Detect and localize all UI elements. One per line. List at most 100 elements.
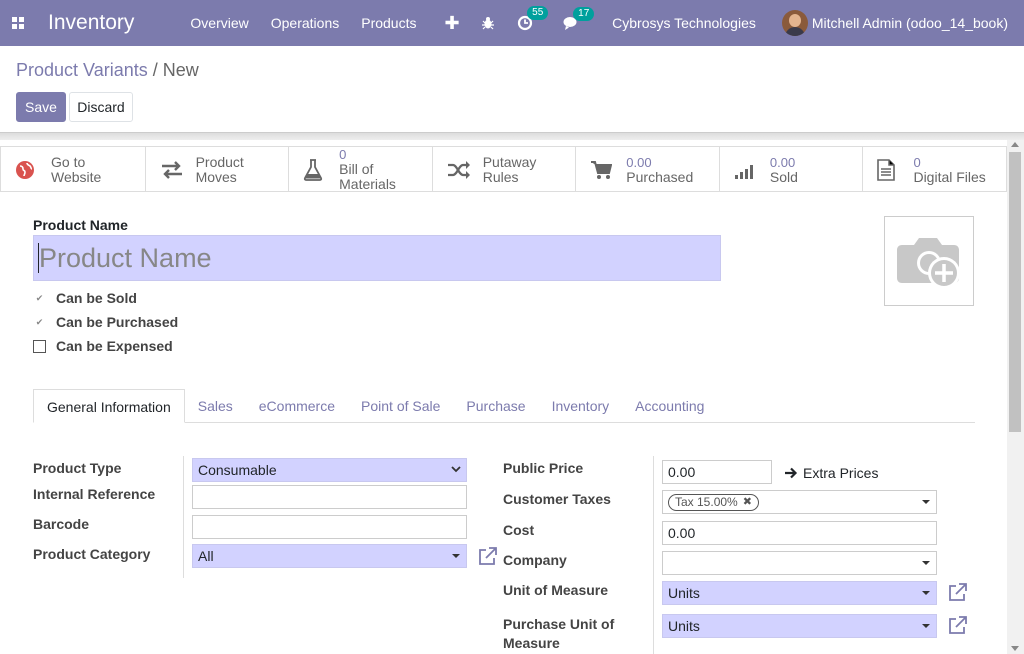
purchase-uom-select[interactable]: Units	[662, 614, 937, 638]
company-label: Company	[503, 552, 567, 568]
app-name[interactable]: Inventory	[48, 11, 134, 35]
external-link-icon[interactable]	[948, 583, 967, 602]
can-be-sold-row[interactable]: ✔ Can be Sold	[33, 290, 137, 306]
customer-taxes-label: Customer Taxes	[503, 491, 611, 507]
public-price-input[interactable]: 0.00	[662, 460, 772, 484]
product-type-select[interactable]: Consumable	[192, 458, 467, 482]
tab-accounting[interactable]: Accounting	[622, 389, 717, 423]
product-category-select[interactable]: All	[192, 544, 467, 568]
product-category-label: Product Category	[33, 546, 151, 562]
save-button[interactable]: Save	[16, 92, 66, 122]
text-caret	[38, 243, 39, 273]
smart-button-box: Go to Website Product Moves 0 Bill of Mate…	[0, 147, 1008, 192]
caret-down-icon	[922, 500, 930, 504]
can-be-purchased-label: Can be Purchased	[56, 314, 179, 330]
tab-purchase[interactable]: Purchase	[453, 389, 538, 423]
product-image-upload[interactable]	[884, 216, 974, 306]
tab-inventory[interactable]: Inventory	[539, 389, 623, 423]
stat-value: 0	[913, 154, 921, 170]
messages-icon[interactable]: 17	[563, 7, 595, 30]
can-be-sold-checkbox[interactable]: ✔	[33, 292, 46, 305]
product-type-value: Consumable	[198, 462, 277, 478]
company-switcher[interactable]: Cybrosys Technologies	[612, 15, 756, 31]
purchased-button[interactable]: 0.00 Purchased	[576, 147, 720, 192]
scroll-up-icon[interactable]	[1011, 142, 1019, 147]
signal-icon	[734, 161, 762, 179]
tab-ecommerce[interactable]: eCommerce	[246, 389, 348, 423]
purchase-uom-label-line2: Measure	[503, 635, 560, 651]
menu-operations[interactable]: Operations	[271, 15, 339, 31]
can-be-sold-label: Can be Sold	[56, 290, 137, 306]
chevron-down-icon	[451, 466, 461, 473]
flask-icon	[303, 158, 331, 181]
breadcrumb-parent[interactable]: Product Variants	[16, 60, 148, 80]
tax-tag-label: Tax 15.00%	[675, 495, 738, 509]
camera-plus-icon	[897, 238, 960, 289]
digital-files-button[interactable]: 0 Digital Files	[863, 147, 1008, 192]
remove-tag-icon[interactable]: ✖	[743, 495, 752, 510]
scroll-down-icon[interactable]	[1011, 646, 1019, 651]
tab-sales[interactable]: Sales	[185, 389, 246, 423]
menu-overview[interactable]: Overview	[190, 15, 248, 31]
activity-clock-icon[interactable]: 55	[517, 6, 549, 31]
caret-down-icon	[452, 554, 460, 558]
internal-reference-label: Internal Reference	[33, 486, 156, 502]
navbar-systray: 55 17 Cybrosys Technologies Mitchell Adm…	[481, 0, 1024, 46]
go-to-website-button[interactable]: Go to Website	[0, 147, 146, 192]
internal-reference-input[interactable]	[192, 485, 467, 509]
activity-badge: 55	[527, 6, 549, 20]
user-menu[interactable]: Mitchell Admin (odoo_14_book)	[781, 10, 1008, 36]
file-text-icon	[877, 158, 905, 181]
left-group-separator	[183, 456, 184, 578]
company-select[interactable]	[662, 551, 937, 575]
stat-label: Sold	[769, 168, 798, 185]
bill-of-materials-button[interactable]: 0 Bill of Materials	[289, 147, 433, 192]
product-name-input[interactable]: Product Name	[33, 235, 721, 281]
plus-icon[interactable]: ✚	[444, 13, 459, 34]
menu-products[interactable]: Products	[361, 15, 416, 31]
external-link-icon[interactable]	[478, 547, 497, 566]
vertical-scrollbar[interactable]	[1007, 140, 1024, 654]
cost-input[interactable]: 0.00	[662, 521, 937, 545]
product-moves-button[interactable]: Product Moves	[146, 147, 290, 192]
caret-down-icon	[922, 561, 930, 565]
messages-badge: 17	[573, 7, 595, 21]
apps-menu-icon[interactable]	[2, 0, 34, 46]
globe-icon	[15, 160, 43, 180]
putaway-rules-button[interactable]: Putaway Rules	[433, 147, 577, 192]
shopping-cart-icon	[590, 160, 618, 180]
customer-taxes-input[interactable]: Tax 15.00% ✖	[662, 490, 937, 514]
stat-label: Bill of Materials	[339, 161, 396, 192]
barcode-input[interactable]	[192, 515, 467, 539]
can-be-expensed-checkbox[interactable]	[33, 339, 46, 353]
can-be-purchased-row[interactable]: ✔ Can be Purchased	[33, 314, 178, 330]
barcode-label: Barcode	[33, 516, 90, 532]
external-link-icon[interactable]	[948, 616, 967, 635]
tab-general-information[interactable]: General Information	[33, 389, 185, 423]
stat-label: Website	[51, 168, 102, 185]
breadcrumb-current: New	[162, 60, 199, 80]
main-menu: Overview Operations Products ✚	[190, 13, 459, 34]
scrollbar-thumb[interactable]	[1009, 152, 1021, 432]
form-sheet: Go to Website Product Moves 0 Bill of Mate…	[0, 146, 1008, 654]
cost-label: Cost	[503, 522, 535, 538]
tab-point-of-sale[interactable]: Point of Sale	[348, 389, 453, 423]
product-name-label: Product Name	[33, 217, 128, 233]
public-price-label: Public Price	[503, 460, 584, 476]
can-be-expensed-row[interactable]: Can be Expensed	[33, 338, 173, 354]
arrow-right-icon	[785, 467, 798, 479]
sold-button[interactable]: 0.00 Sold	[720, 147, 864, 192]
extra-prices-button[interactable]: Extra Prices	[784, 465, 878, 481]
stat-label: Product Moves	[195, 153, 244, 185]
random-icon	[447, 160, 475, 179]
uom-select[interactable]: Units	[662, 581, 937, 605]
control-panel-divider	[0, 132, 1024, 140]
breadcrumb-separator: /	[152, 60, 158, 80]
can-be-purchased-checkbox[interactable]: ✔	[33, 316, 46, 329]
bug-icon[interactable]	[481, 16, 495, 30]
stat-value: Go to	[51, 153, 86, 170]
user-name: Mitchell Admin (odoo_14_book)	[811, 15, 1008, 31]
control-panel: Product Variants / New Save Discard	[0, 46, 1024, 132]
arrows-exchange-icon	[160, 160, 188, 179]
discard-button[interactable]: Discard	[69, 92, 133, 122]
